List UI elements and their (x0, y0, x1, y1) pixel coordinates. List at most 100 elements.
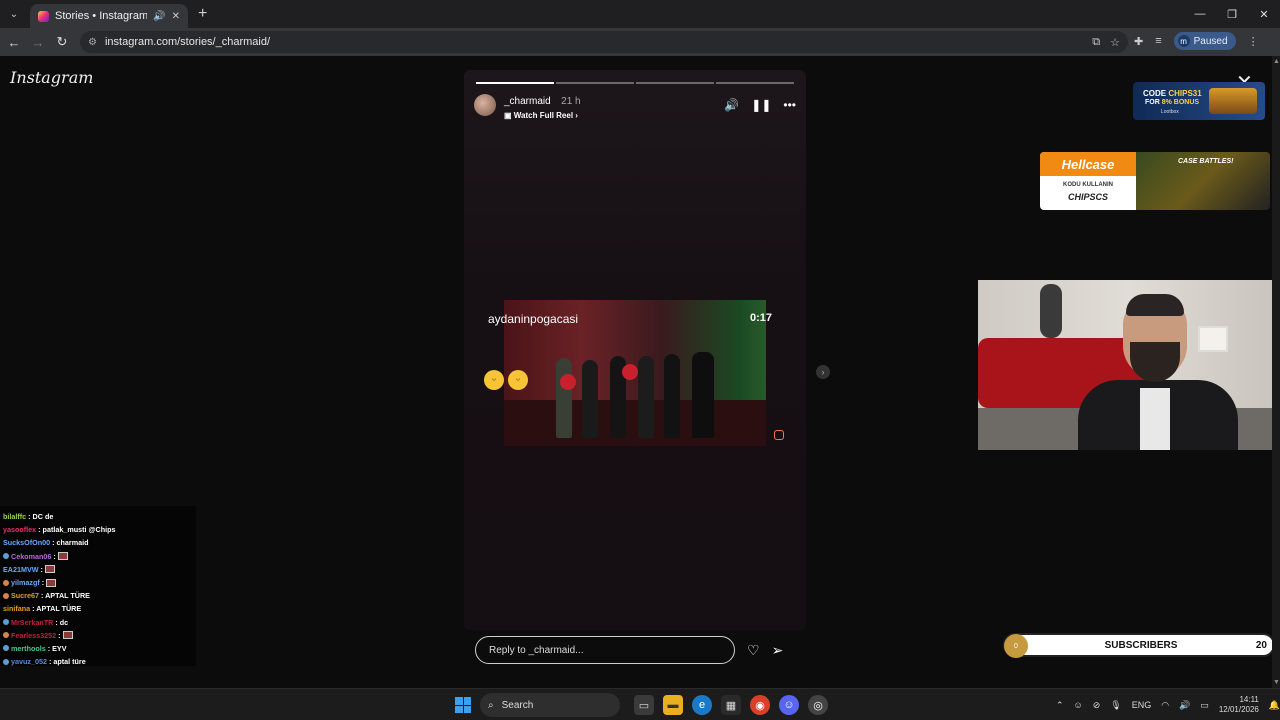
progress-segment (556, 82, 634, 84)
progress-segment (476, 82, 554, 84)
story-time: 21 h (561, 95, 581, 107)
chat-badge-icon (3, 658, 9, 665)
language-indicator[interactable]: ENG (1132, 700, 1152, 710)
chat-message: Cekoman06: (0, 550, 196, 563)
chat-username[interactable]: bilalffc (3, 512, 26, 521)
progress-segment (716, 82, 794, 84)
minimize-icon[interactable]: — (1184, 0, 1216, 28)
network-off-icon[interactable]: ⊘ (1093, 700, 1101, 711)
like-heart-icon[interactable]: ♡ (747, 642, 760, 659)
chat-message: yasooflex: patlak_musti @Chips (0, 523, 196, 536)
address-bar[interactable]: ⚙ instagram.com/stories/_charmaid/ ⧉ ☆ (80, 31, 1128, 53)
story-progress-bar (476, 82, 794, 84)
chat-badge-icon (3, 619, 9, 626)
clock-time: 14:11 (1239, 695, 1259, 704)
obs-icon[interactable]: ◎ (808, 695, 828, 715)
chat-username[interactable]: merthools (11, 644, 46, 653)
forward-icon[interactable]: → (26, 35, 50, 50)
scroll-up-icon[interactable]: ▲ (1273, 58, 1280, 65)
chat-badge-icon (3, 632, 9, 639)
chat-username[interactable]: Sucre67 (11, 591, 39, 600)
browser-toolbar: ← → ↻ ⚙ instagram.com/stories/_charmaid/… (0, 28, 1280, 56)
chat-message: yilmazgf: (0, 576, 196, 589)
clip-channel-name: aydaninpogacasi (488, 312, 579, 326)
discord-tray-icon[interactable]: ☺ (1074, 700, 1083, 710)
balloon (560, 374, 576, 390)
pause-icon[interactable]: ❚❚ (751, 98, 771, 112)
story-viewer[interactable]: _charmaid 21 h ▣ Watch Full Reel › 🔊 ❚❚ … (464, 70, 806, 630)
chat-message: sinifana: APTAL TÜRE (0, 602, 196, 615)
chat-message: bilalffc: DC de (0, 510, 196, 523)
browser-tab[interactable]: Stories • Instagram 🔊 ✕ (30, 4, 188, 28)
reply-input[interactable]: Reply to _charmaid... (475, 636, 735, 664)
chat-username[interactable]: EA21MVW (3, 565, 39, 574)
bookmark-star-icon[interactable]: ☆ (1110, 36, 1120, 49)
chat-message: merthools: EYV (0, 642, 196, 655)
story-avatar[interactable] (474, 94, 496, 116)
chat-text: : (58, 630, 61, 640)
chat-badge-icon (3, 553, 9, 560)
tab-audio-icon[interactable]: 🔊 (153, 11, 165, 22)
chat-text: : (41, 578, 45, 588)
browser-menu-icon[interactable]: ⋮ (1248, 35, 1259, 48)
clock-date: 12/01/2026 (1218, 705, 1259, 714)
tab-search-menu-icon[interactable]: ⌄ (4, 4, 24, 24)
profile-button[interactable]: m Paused (1173, 32, 1236, 50)
edge-icon[interactable]: e (692, 695, 712, 715)
battery-icon[interactable]: ▭ (1200, 700, 1209, 711)
more-options-icon[interactable]: ••• (783, 98, 796, 112)
instagram-logo[interactable]: Instagram (10, 68, 93, 87)
chat-username[interactable]: Fearless3252 (11, 631, 56, 640)
address-url: instagram.com/stories/_charmaid/ (104, 36, 271, 48)
chat-text: : aptal türe (48, 657, 86, 667)
scroll-down-icon[interactable]: ▼ (1273, 679, 1280, 686)
page-scrollbar[interactable]: ▲ ▼ (1272, 56, 1280, 688)
story-header: _charmaid 21 h ▣ Watch Full Reel › 🔊 ❚❚ … (474, 92, 796, 120)
watch-full-reel-link[interactable]: ▣ Watch Full Reel › (504, 111, 724, 120)
chat-username[interactable]: MrSerkanTR (11, 618, 53, 627)
chat-username[interactable]: Cekoman06 (11, 552, 51, 561)
chat-message: Sucre67: APTAL TÜRE (0, 589, 196, 602)
new-tab-button[interactable]: + (198, 5, 207, 23)
wifi-icon[interactable]: ◠ (1161, 700, 1169, 711)
tray-overflow-icon[interactable]: ⌃ (1056, 700, 1064, 711)
notification-icon[interactable]: 🔔 (1269, 700, 1280, 711)
chat-username[interactable]: yavuz_052 (11, 657, 47, 666)
task-view-icon[interactable]: ▭ (634, 695, 654, 715)
store-icon[interactable]: ▦ (721, 695, 741, 715)
discord-icon[interactable]: ☺ (779, 695, 799, 715)
install-app-icon[interactable]: ⧉ (1092, 36, 1100, 49)
media-control-icon[interactable]: ≡ (1155, 35, 1161, 47)
file-explorer-icon[interactable]: ▬ (663, 695, 683, 715)
chat-username[interactable]: yilmazgf (11, 578, 40, 587)
taskbar-search[interactable]: ⌕ Search (480, 693, 620, 717)
chat-text: : APTAL TÜRE (40, 591, 90, 601)
chat-username[interactable]: SucksOfOn00 (3, 538, 50, 547)
tab-close-icon[interactable]: ✕ (172, 11, 180, 22)
ad1-code: CHIPS31 (1168, 89, 1202, 98)
volume-icon[interactable]: 🔊 (724, 98, 739, 112)
speaker-icon[interactable]: 🔊 (1179, 700, 1190, 711)
chrome-icon[interactable]: ◉ (750, 695, 770, 715)
chat-text: : EYV (47, 643, 67, 653)
back-icon[interactable]: ← (2, 35, 26, 50)
restore-icon[interactable]: ❐ (1216, 0, 1248, 28)
clip-logo-icon (774, 430, 784, 440)
site-info-icon[interactable]: ⚙ (88, 37, 97, 48)
windows-start-icon[interactable] (455, 697, 471, 713)
clip-person (692, 352, 714, 438)
system-tray: ⌃ ☺ ⊘ 🎙 ENG ◠ 🔊 ▭ 14:11 12/01/2026 🔔 (1056, 693, 1280, 717)
window-close-icon[interactable]: ✕ (1248, 0, 1280, 28)
chat-username[interactable]: yasooflex (3, 525, 36, 534)
reply-row: Reply to _charmaid... ♡ ➢ (475, 635, 805, 665)
microphone-icon[interactable]: 🎙 (1110, 700, 1121, 711)
next-story-icon[interactable]: › (816, 365, 830, 379)
send-icon[interactable]: ➢ (772, 642, 784, 659)
clock[interactable]: 14:11 12/01/2026 (1219, 695, 1259, 715)
reload-icon[interactable]: ↻ (50, 34, 74, 50)
chat-text: : DC de (28, 512, 54, 522)
chat-username[interactable]: sinifana (3, 604, 30, 613)
extensions-icon[interactable]: ✚ (1134, 35, 1143, 48)
chat-message: Fearless3252: (0, 629, 196, 642)
story-username[interactable]: _charmaid (504, 96, 551, 107)
